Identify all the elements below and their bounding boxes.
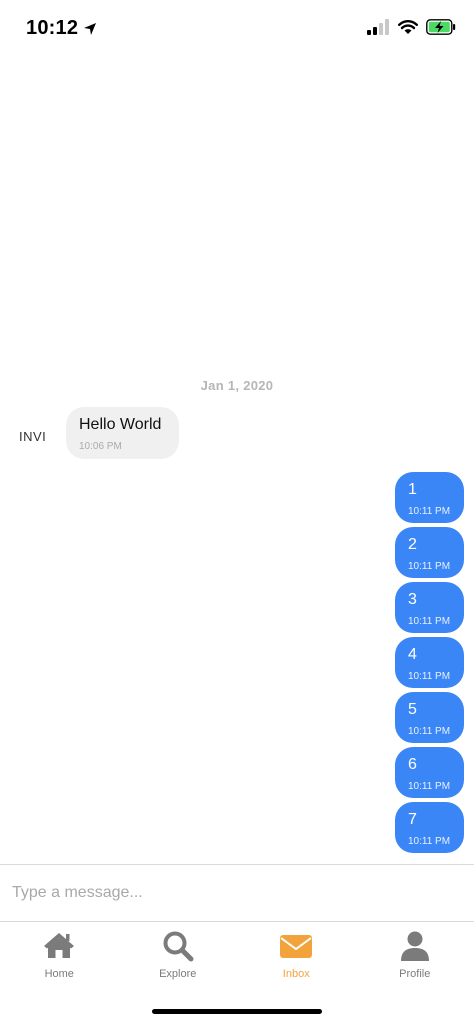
tab-explore[interactable]: Explore — [119, 922, 238, 992]
message-timestamp: 10:11 PM — [408, 671, 451, 682]
outgoing-message-list: 1 10:11 PM 2 10:11 PM 3 10:11 PM 4 10:11… — [395, 472, 464, 857]
tab-label: Profile — [399, 968, 431, 980]
status-bar: 10:12 — [0, 0, 474, 60]
message-timestamp: 10:11 PM — [408, 836, 451, 847]
message-input[interactable] — [12, 877, 452, 909]
message-timestamp: 10:11 PM — [408, 561, 451, 572]
message-text: 7 — [408, 811, 417, 828]
envelope-icon — [280, 935, 313, 958]
status-icons — [366, 19, 456, 35]
tab-inbox[interactable]: Inbox — [237, 922, 356, 992]
message-timestamp: 10:11 PM — [408, 506, 451, 517]
incoming-message-bubble[interactable]: Hello World 10:06 PM — [66, 407, 179, 459]
user-icon — [400, 931, 429, 961]
outgoing-message-bubble[interactable]: 2 10:11 PM — [395, 527, 464, 578]
message-text: 1 — [408, 481, 417, 498]
signal-icon — [367, 19, 389, 35]
message-timestamp: 10:11 PM — [408, 616, 451, 627]
message-text: 5 — [408, 701, 417, 718]
message-text: 2 — [408, 536, 417, 553]
message-text: Hello World — [79, 416, 162, 433]
outgoing-message-bubble[interactable]: 1 10:11 PM — [395, 472, 464, 523]
search-icon — [163, 931, 194, 962]
tab-label: Home — [44, 968, 74, 980]
outgoing-message-bubble[interactable]: 6 10:11 PM — [395, 747, 464, 798]
message-text: 3 — [408, 591, 417, 608]
outgoing-message-bubble[interactable]: 3 10:11 PM — [395, 582, 464, 633]
message-timestamp: 10:11 PM — [408, 726, 451, 737]
home-indicator[interactable] — [152, 1009, 322, 1014]
wifi-icon — [398, 20, 418, 34]
status-time-group: 10:12 — [26, 17, 97, 40]
outgoing-message-bubble[interactable]: 5 10:11 PM — [395, 692, 464, 743]
chat-screen: 10:12 Jan 1, 2020 INVI Hello World 10:06… — [0, 0, 474, 1026]
message-timestamp: 10:11 PM — [408, 781, 451, 792]
date-separator: Jan 1, 2020 — [200, 378, 274, 393]
tab-bar: Home Explore Inbox Profile — [0, 922, 474, 992]
message-composer — [0, 864, 474, 922]
home-icon — [44, 933, 75, 958]
sender-name: INVI — [19, 429, 47, 444]
tab-profile[interactable]: Profile — [356, 922, 474, 992]
outgoing-message-bubble[interactable]: 4 10:11 PM — [395, 637, 464, 688]
message-text: 6 — [408, 756, 417, 773]
outgoing-message-bubble[interactable]: 7 10:11 PM — [395, 802, 464, 853]
location-arrow-icon — [84, 22, 97, 35]
tab-label: Inbox — [282, 968, 310, 980]
status-time: 10:12 — [26, 17, 79, 39]
message-text: 4 — [408, 646, 417, 663]
message-timestamp: 10:06 PM — [79, 441, 122, 452]
tab-label: Explore — [159, 968, 197, 980]
tab-home[interactable]: Home — [0, 922, 119, 992]
battery-charging-icon — [426, 19, 456, 35]
